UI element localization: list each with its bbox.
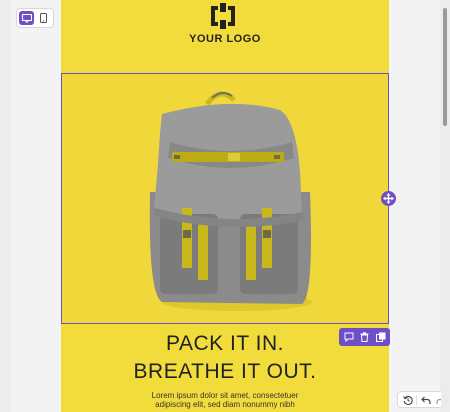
backpack-image[interactable] — [61, 73, 389, 324]
vertical-scrollbar[interactable] — [441, 0, 450, 412]
delete-button[interactable] — [357, 330, 372, 344]
desktop-view-button[interactable] — [19, 11, 34, 25]
trash-icon — [360, 332, 369, 342]
logo-icon — [211, 3, 235, 29]
history-divider — [416, 394, 417, 405]
scrollbar-thumb[interactable] — [443, 8, 447, 126]
body-text[interactable]: Lorem ipsum dolor sit amet, consectetuer… — [101, 391, 349, 409]
duplicate-icon — [375, 332, 385, 342]
mobile-view-button[interactable] — [36, 11, 51, 25]
duplicate-button[interactable] — [373, 330, 388, 344]
backpack-photo — [149, 91, 312, 311]
move-handle[interactable] — [381, 191, 396, 206]
history-icon — [402, 395, 413, 405]
element-toolbar — [339, 328, 390, 346]
move-icon — [383, 193, 394, 204]
editor-stage: YOUR LOGO PACK IT IN. BREATHE IT OUT. Lo… — [10, 0, 450, 412]
comment-button[interactable] — [341, 330, 356, 344]
desktop-icon — [21, 13, 32, 22]
logo-text: YOUR LOGO — [189, 33, 261, 45]
undo-icon — [420, 396, 431, 404]
email-canvas[interactable]: YOUR LOGO PACK IT IN. BREATHE IT OUT. Lo… — [61, 0, 389, 412]
body-text-line-1: Lorem ipsum dolor sit amet, consectetuer — [151, 391, 299, 400]
logo-block[interactable]: YOUR LOGO — [61, 0, 389, 73]
mobile-icon — [40, 13, 47, 23]
history-button[interactable] — [401, 393, 414, 406]
undo-button[interactable] — [419, 393, 432, 406]
headline-line-2[interactable]: BREATHE IT OUT. — [61, 360, 389, 384]
comment-icon — [344, 332, 353, 342]
body-text-line-2: adipiscing elit, sed diam nonummy nibh — [155, 400, 295, 409]
device-toggle — [16, 8, 54, 28]
